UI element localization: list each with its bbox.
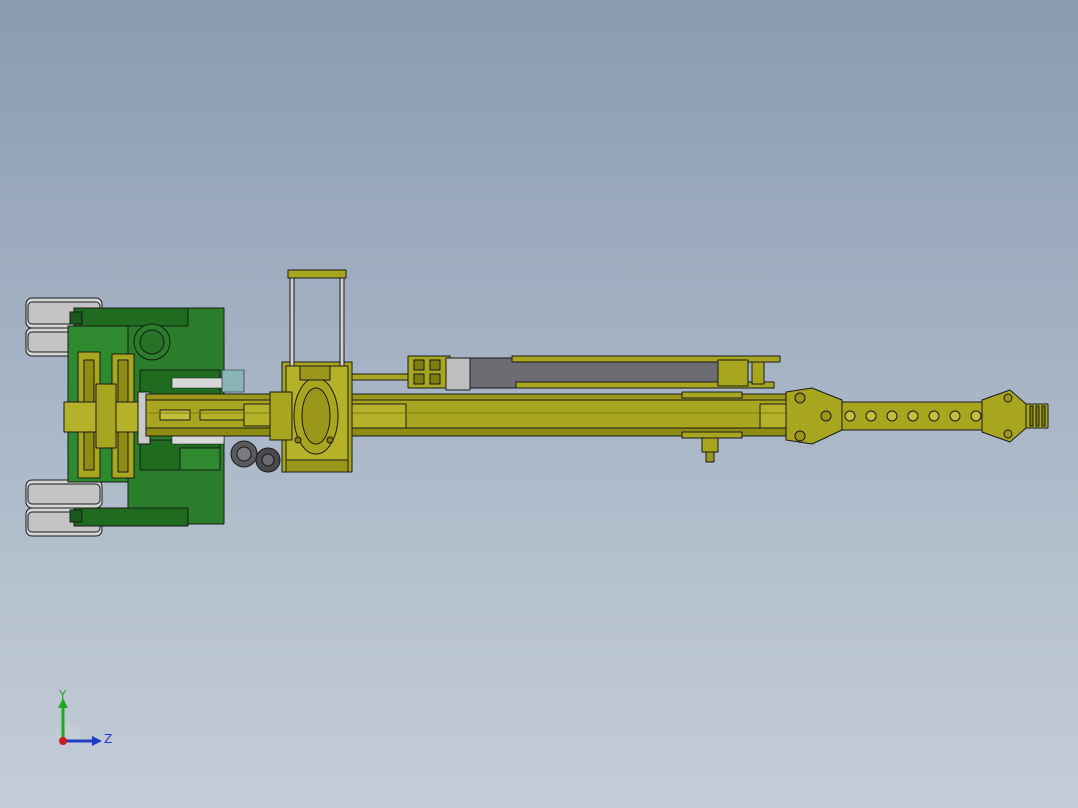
z-axis-label: Z (104, 732, 113, 746)
x-axis-point (59, 737, 67, 745)
boom-extension (785, 387, 1049, 445)
main-boom (145, 393, 787, 437)
graphics-viewport[interactable]: Y Z (0, 0, 1078, 808)
hose-fittings (230, 440, 281, 473)
motor-housing (269, 361, 353, 473)
drill-rig-model[interactable] (0, 0, 1078, 808)
hydraulic-cylinder (351, 355, 781, 391)
orientation-triad: Y Z (50, 686, 120, 756)
top-handle (287, 269, 347, 367)
y-axis-label: Y (59, 688, 67, 702)
triad-arc (63, 722, 82, 741)
z-axis-arrow (92, 736, 102, 746)
